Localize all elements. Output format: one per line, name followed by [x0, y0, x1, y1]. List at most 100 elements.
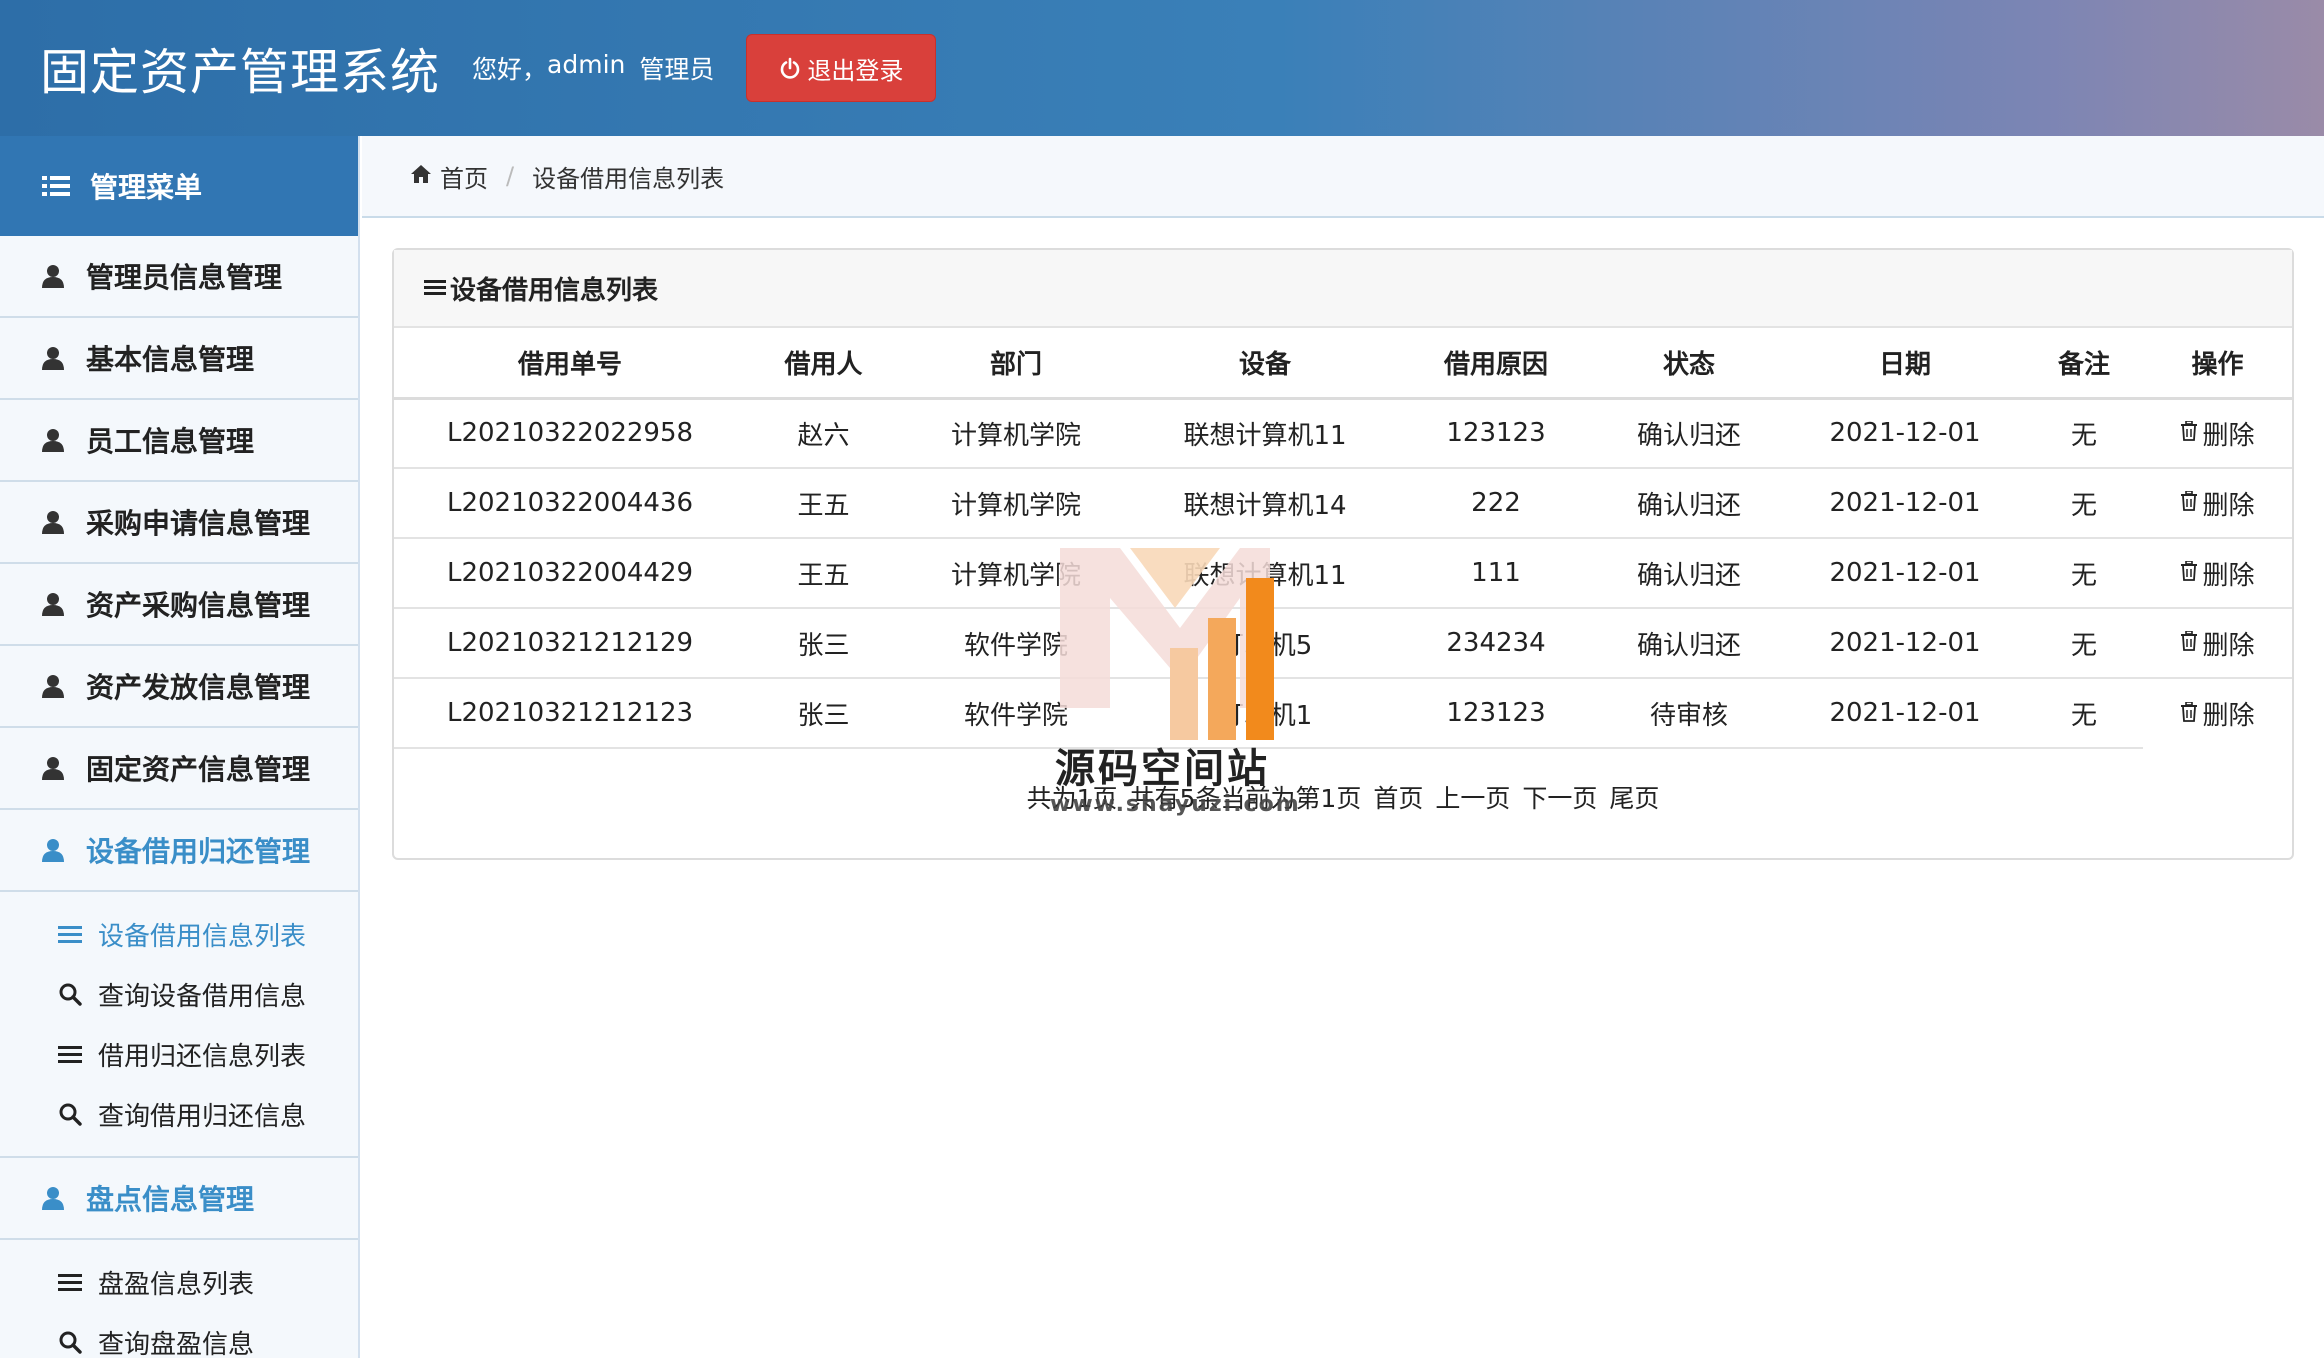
borrow-list-panel: 设备借用信息列表 借用单号 借用人 部门 设备 借用原因 状态 日期 备注 操作…	[392, 248, 2294, 860]
borrow-submenu: 设备借用信息列表 查询设备借用信息 借用归还信息列表 查询借用归还信息	[0, 892, 358, 1158]
cell-date: 2021-12-01	[1785, 398, 2025, 469]
search-icon	[58, 1102, 82, 1126]
submenu-label: 查询盘盈信息	[98, 1329, 255, 1358]
column-header: 备注	[2025, 328, 2143, 400]
sidebar-item-label: 资产发放信息管理	[86, 671, 311, 704]
cell-remark: 无	[2025, 398, 2143, 469]
breadcrumb: 首页 / 设备借用信息列表	[362, 136, 2324, 218]
delete-button[interactable]: 删除	[2180, 555, 2255, 592]
table-row: L20210322004436 王五 计算机学院 联想计算机14 222 确认归…	[394, 468, 2292, 539]
list-icon	[58, 924, 82, 944]
table-row: L20210322022958 赵六 计算机学院 联想计算机11 123123 …	[394, 398, 2292, 469]
cell-status: 确认归还	[1593, 468, 1785, 539]
user-icon	[42, 428, 64, 452]
user-greeting: 您好， admin 管理员	[472, 50, 714, 86]
cell-borrower: 赵六	[746, 398, 901, 469]
pager-prev[interactable]: 上一页	[1435, 779, 1510, 815]
cell-remark: 无	[2025, 608, 2143, 679]
column-header: 借用原因	[1399, 328, 1593, 400]
list-icon	[424, 273, 446, 303]
list-icon	[58, 1044, 82, 1064]
cell-borrower: 王五	[746, 468, 901, 539]
sidebar-item-inventory[interactable]: 盘点信息管理	[0, 1158, 358, 1240]
sidebar-item-basic[interactable]: 基本信息管理	[0, 318, 358, 400]
cell-department: 计算机学院	[901, 398, 1131, 469]
sidebar-item-label: 员工信息管理	[86, 425, 255, 458]
cell-actions: 删除	[2143, 608, 2292, 679]
cell-reason: 111	[1399, 538, 1593, 609]
home-icon	[410, 162, 432, 190]
submenu-borrow-list[interactable]: 设备借用信息列表	[0, 904, 358, 964]
user-icon	[42, 674, 64, 698]
logout-label: 退出登录	[807, 56, 904, 85]
sidebar-item-label: 采购申请信息管理	[86, 507, 311, 540]
breadcrumb-home[interactable]: 首页	[440, 159, 488, 194]
column-header: 状态	[1593, 328, 1785, 400]
sidebar-item-asset-issue[interactable]: 资产发放信息管理	[0, 646, 358, 728]
user-role: 管理员	[639, 55, 715, 84]
user-icon	[42, 264, 64, 288]
submenu-label: 借用归还信息列表	[98, 1041, 307, 1072]
breadcrumb-current: 设备借用信息列表	[532, 164, 725, 193]
cell-reason: 234234	[1399, 608, 1593, 679]
sidebar-item-label: 管理员信息管理	[86, 261, 283, 294]
borrow-table: 借用单号 借用人 部门 设备 借用原因 状态 日期 备注 操作 L2021032…	[394, 328, 2292, 749]
cell-status: 确认归还	[1593, 398, 1785, 469]
column-header: 部门	[901, 328, 1131, 400]
sidebar-item-borrow-return[interactable]: 设备借用归还管理	[0, 810, 358, 892]
cell-borrower: 王五	[746, 538, 901, 609]
table-header-row: 借用单号 借用人 部门 设备 借用原因 状态 日期 备注 操作	[394, 328, 2292, 400]
delete-label: 删除	[2202, 490, 2255, 521]
submenu-surplus-search[interactable]: 查询盘盈信息	[0, 1312, 358, 1358]
search-icon	[58, 982, 82, 1006]
delete-button[interactable]: 删除	[2180, 695, 2255, 732]
cell-borrower: 张三	[746, 678, 901, 749]
sidebar-item-label: 盘点信息管理	[86, 1183, 255, 1216]
pager-last[interactable]: 尾页	[1609, 779, 1659, 815]
submenu-label: 查询设备借用信息	[98, 981, 307, 1012]
cell-actions: 删除	[2143, 678, 2292, 748]
sidebar-item-asset-purchase[interactable]: 资产采购信息管理	[0, 564, 358, 646]
delete-button[interactable]: 删除	[2180, 415, 2255, 452]
cell-date: 2021-12-01	[1785, 678, 2025, 749]
cell-date: 2021-12-01	[1785, 468, 2025, 539]
sidebar-item-label: 基本信息管理	[86, 343, 255, 376]
watermark-title: 源码空间站	[1055, 746, 1270, 792]
cell-actions: 删除	[2143, 538, 2292, 609]
sidebar-item-label: 设备借用归还管理	[86, 835, 311, 868]
delete-label: 删除	[2202, 420, 2255, 451]
menu-title: 管理菜单	[90, 171, 203, 204]
delete-button[interactable]: 删除	[2180, 625, 2255, 662]
trash-icon	[2180, 418, 2198, 448]
search-icon	[58, 1330, 82, 1354]
sidebar-item-fixed-asset[interactable]: 固定资产信息管理	[0, 728, 358, 810]
user-icon	[42, 756, 64, 780]
delete-button[interactable]: 删除	[2180, 485, 2255, 522]
pager-first[interactable]: 首页	[1373, 779, 1423, 815]
cell-order-no: L20210321212123	[394, 678, 746, 749]
panel-title: 设备借用信息列表	[450, 275, 659, 306]
delete-label: 删除	[2202, 630, 2255, 661]
watermark-subtitle: www.shayuzi.com	[1050, 792, 1301, 817]
pager-next[interactable]: 下一页	[1522, 779, 1597, 815]
column-header: 日期	[1785, 328, 2025, 400]
sidebar-item-purchase-request[interactable]: 采购申请信息管理	[0, 482, 358, 564]
submenu-return-list[interactable]: 借用归还信息列表	[0, 1024, 358, 1084]
submenu-return-search[interactable]: 查询借用归还信息	[0, 1084, 358, 1144]
cell-actions: 删除	[2143, 468, 2292, 539]
pagination: 共为1页 共有5条 当前为第1页 首页 上一页 下一页 尾页	[394, 779, 2292, 815]
trash-icon	[2180, 558, 2198, 588]
submenu-surplus-list[interactable]: 盘盈信息列表	[0, 1252, 358, 1312]
cell-department: 计算机学院	[901, 468, 1131, 539]
cell-reason: 222	[1399, 468, 1593, 539]
cell-order-no: L20210322004429	[394, 538, 746, 609]
panel-header: 设备借用信息列表	[394, 250, 2292, 328]
delete-label: 删除	[2202, 701, 2255, 731]
cell-device: 联想计算机11	[1131, 538, 1399, 609]
cell-order-no: L20210321212129	[394, 608, 746, 679]
sidebar-item-employee[interactable]: 员工信息管理	[0, 400, 358, 482]
submenu-borrow-search[interactable]: 查询设备借用信息	[0, 964, 358, 1024]
logout-button[interactable]: 退出登录	[746, 34, 937, 102]
sidebar-item-admin[interactable]: 管理员信息管理	[0, 236, 358, 318]
cell-borrower: 张三	[746, 608, 901, 679]
